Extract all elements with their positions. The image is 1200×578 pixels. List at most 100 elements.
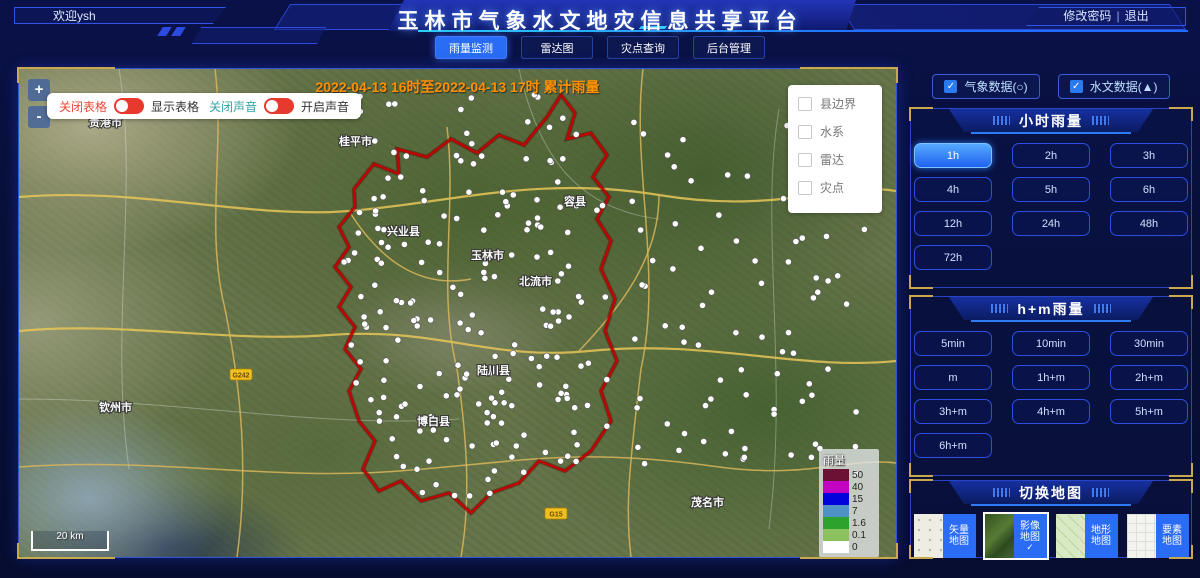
station-dot[interactable] bbox=[400, 463, 406, 469]
station-dot[interactable] bbox=[555, 278, 561, 284]
station-dot[interactable] bbox=[604, 377, 610, 383]
data-filter-button[interactable]: ✓气象数据(○) bbox=[932, 74, 1039, 99]
station-dot[interactable] bbox=[433, 482, 439, 488]
station-dot[interactable] bbox=[503, 199, 509, 205]
station-dot[interactable] bbox=[420, 188, 426, 194]
duration-button[interactable]: 30min bbox=[1110, 331, 1188, 356]
station-dot[interactable] bbox=[482, 275, 488, 281]
duration-button[interactable]: 4h bbox=[914, 177, 992, 202]
station-dot[interactable] bbox=[809, 392, 815, 398]
duration-button[interactable]: 5h bbox=[1012, 177, 1090, 202]
station-dot[interactable] bbox=[810, 295, 816, 301]
station-dot[interactable] bbox=[550, 309, 556, 315]
station-dot[interactable] bbox=[495, 212, 501, 218]
station-dot[interactable] bbox=[558, 458, 564, 464]
station-dot[interactable] bbox=[398, 174, 404, 180]
station-dot[interactable] bbox=[699, 302, 705, 308]
station-dot[interactable] bbox=[352, 250, 358, 256]
station-dot[interactable] bbox=[662, 323, 668, 329]
station-dot[interactable] bbox=[716, 212, 722, 218]
layer-item[interactable]: 县边界 bbox=[798, 95, 872, 112]
station-dot[interactable] bbox=[394, 454, 400, 460]
station-dot[interactable] bbox=[725, 172, 731, 178]
station-dot[interactable] bbox=[758, 280, 764, 286]
station-dot[interactable] bbox=[493, 440, 499, 446]
station-dot[interactable] bbox=[785, 330, 791, 336]
station-dot[interactable] bbox=[664, 421, 670, 427]
station-dot[interactable] bbox=[450, 284, 456, 290]
station-dot[interactable] bbox=[385, 244, 391, 250]
station-dot[interactable] bbox=[572, 405, 578, 411]
station-dot[interactable] bbox=[368, 397, 374, 403]
station-dot[interactable] bbox=[385, 175, 391, 181]
station-dot[interactable] bbox=[548, 249, 554, 255]
station-dot[interactable] bbox=[722, 451, 728, 457]
station-dot[interactable] bbox=[780, 196, 786, 202]
station-dot[interactable] bbox=[537, 382, 543, 388]
station-dot[interactable] bbox=[443, 437, 449, 443]
station-dot[interactable] bbox=[521, 469, 527, 475]
station-dot[interactable] bbox=[467, 493, 473, 499]
station-dot[interactable] bbox=[452, 492, 458, 498]
checkbox-icon[interactable] bbox=[798, 153, 812, 167]
station-dot[interactable] bbox=[812, 441, 818, 447]
station-dot[interactable] bbox=[815, 289, 821, 295]
station-dot[interactable] bbox=[576, 293, 582, 299]
station-dot[interactable] bbox=[380, 194, 386, 200]
station-dot[interactable] bbox=[419, 259, 425, 265]
logout-link[interactable]: 退出 bbox=[1125, 9, 1149, 23]
station-dot[interactable] bbox=[506, 376, 512, 382]
station-dot[interactable] bbox=[793, 238, 799, 244]
station-dot[interactable] bbox=[573, 131, 579, 137]
station-dot[interactable] bbox=[578, 299, 584, 305]
duration-button[interactable]: 72h bbox=[914, 245, 992, 270]
station-dot[interactable] bbox=[555, 396, 561, 402]
station-dot[interactable] bbox=[604, 423, 610, 429]
duration-button[interactable]: 2h+m bbox=[1110, 365, 1188, 390]
station-dot[interactable] bbox=[378, 260, 384, 266]
station-dot[interactable] bbox=[681, 431, 687, 437]
station-dot[interactable] bbox=[383, 358, 389, 364]
station-dot[interactable] bbox=[372, 138, 378, 144]
station-dot[interactable] bbox=[671, 164, 677, 170]
nav-button[interactable]: 雨量监测 bbox=[435, 36, 507, 59]
station-dot[interactable] bbox=[484, 420, 490, 426]
station-dot[interactable] bbox=[377, 309, 383, 315]
station-dot[interactable] bbox=[676, 447, 682, 453]
station-dot[interactable] bbox=[353, 380, 359, 386]
station-dot[interactable] bbox=[738, 367, 744, 373]
duration-button[interactable]: 6h+m bbox=[914, 433, 992, 458]
duration-button[interactable]: 3h+m bbox=[914, 399, 992, 424]
duration-button[interactable]: 10min bbox=[1012, 331, 1090, 356]
station-dot[interactable] bbox=[464, 371, 470, 377]
station-dot[interactable] bbox=[458, 291, 464, 297]
station-dot[interactable] bbox=[565, 453, 571, 459]
duration-button[interactable]: 2h bbox=[1012, 143, 1090, 168]
station-dot[interactable] bbox=[728, 428, 734, 434]
duration-button[interactable]: 4h+m bbox=[1012, 399, 1090, 424]
station-dot[interactable] bbox=[373, 208, 379, 214]
station-dot[interactable] bbox=[457, 386, 463, 392]
station-dot[interactable] bbox=[708, 396, 714, 402]
station-dot[interactable] bbox=[733, 330, 739, 336]
station-dot[interactable] bbox=[759, 334, 765, 340]
duration-button[interactable]: 6h bbox=[1110, 177, 1188, 202]
station-dot[interactable] bbox=[741, 454, 747, 460]
station-dot[interactable] bbox=[825, 278, 831, 284]
station-dot[interactable] bbox=[428, 317, 434, 323]
station-dot[interactable] bbox=[501, 400, 507, 406]
station-dot[interactable] bbox=[361, 314, 367, 320]
layer-item[interactable]: 雷达 bbox=[798, 151, 872, 168]
station-dot[interactable] bbox=[381, 377, 387, 383]
station-dot[interactable] bbox=[558, 390, 564, 396]
station-dot[interactable] bbox=[513, 443, 519, 449]
checkbox-icon[interactable] bbox=[798, 181, 812, 195]
checkbox-icon[interactable] bbox=[798, 125, 812, 139]
station-dot[interactable] bbox=[478, 330, 484, 336]
duration-button[interactable]: 1h bbox=[914, 143, 992, 168]
layer-item[interactable]: 水系 bbox=[798, 123, 872, 140]
station-dot[interactable] bbox=[578, 363, 584, 369]
station-dot[interactable] bbox=[771, 411, 777, 417]
station-dot[interactable] bbox=[372, 282, 378, 288]
station-dot[interactable] bbox=[469, 443, 475, 449]
